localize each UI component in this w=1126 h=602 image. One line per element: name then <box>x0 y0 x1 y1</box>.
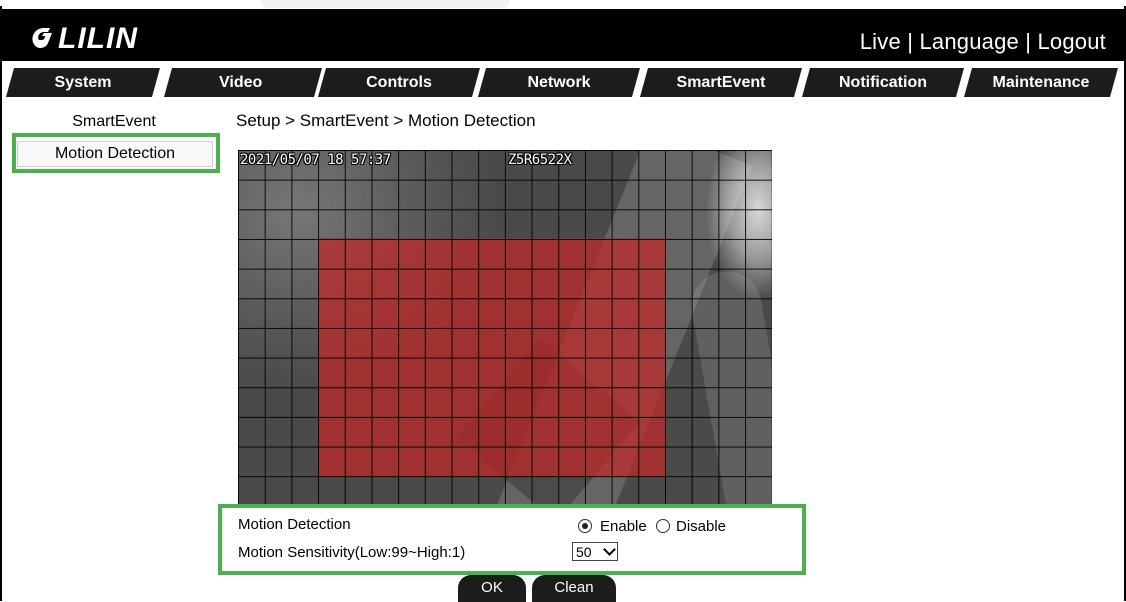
sensitivity-value: 50 <box>576 544 592 560</box>
tab-network[interactable]: Network <box>478 68 640 97</box>
motion-grid[interactable] <box>238 150 772 506</box>
tab-smartevent[interactable]: SmartEvent <box>640 68 802 97</box>
separator: | <box>907 29 920 54</box>
main-nav: System Video Controls Network SmartEvent… <box>0 68 1126 98</box>
enable-radio[interactable] <box>578 519 592 533</box>
header-bar: LILIN Live | Language | Logout <box>0 9 1126 61</box>
sidebar-item-motion-detection[interactable]: Motion Detection <box>17 141 213 167</box>
disable-label[interactable]: Disable <box>676 518 726 535</box>
clean-button[interactable]: Clean <box>532 575 616 602</box>
video-preview[interactable]: 2021/05/07 18 57:37 Z5R6522X <box>238 150 772 506</box>
logout-link[interactable]: Logout <box>1038 29 1107 54</box>
svg-text:LILIN: LILIN <box>58 22 138 52</box>
breadcrumb: Setup > SmartEvent > Motion Detection <box>236 111 536 130</box>
header-links: Live | Language | Logout <box>860 29 1106 55</box>
disable-radio[interactable] <box>656 519 670 533</box>
tab-notification[interactable]: Notification <box>802 68 964 97</box>
enable-label[interactable]: Enable <box>600 518 647 535</box>
tab-controls[interactable]: Controls <box>318 68 480 97</box>
motion-detection-label: Motion Detection <box>238 516 351 533</box>
osd-timestamp: 2021/05/07 18 57:37 <box>240 152 391 168</box>
tab-system[interactable]: System <box>6 68 160 97</box>
ok-button[interactable]: OK <box>458 575 526 602</box>
lilin-logo: LILIN <box>32 22 138 52</box>
language-link[interactable]: Language <box>919 29 1018 54</box>
live-link[interactable]: Live <box>860 29 901 54</box>
sidebar-item-smartevent[interactable]: SmartEvent <box>14 109 214 136</box>
tab-maintenance[interactable]: Maintenance <box>964 68 1118 97</box>
top-decoration <box>260 0 510 8</box>
separator: | <box>1025 29 1038 54</box>
motion-sensitivity-label: Motion Sensitivity(Low:99~High:1) <box>238 544 466 561</box>
tab-video[interactable]: Video <box>164 68 322 97</box>
chevron-down-icon <box>603 543 616 556</box>
sensitivity-select[interactable]: 50 <box>572 542 618 561</box>
osd-camera-model: Z5R6522X <box>508 152 572 168</box>
